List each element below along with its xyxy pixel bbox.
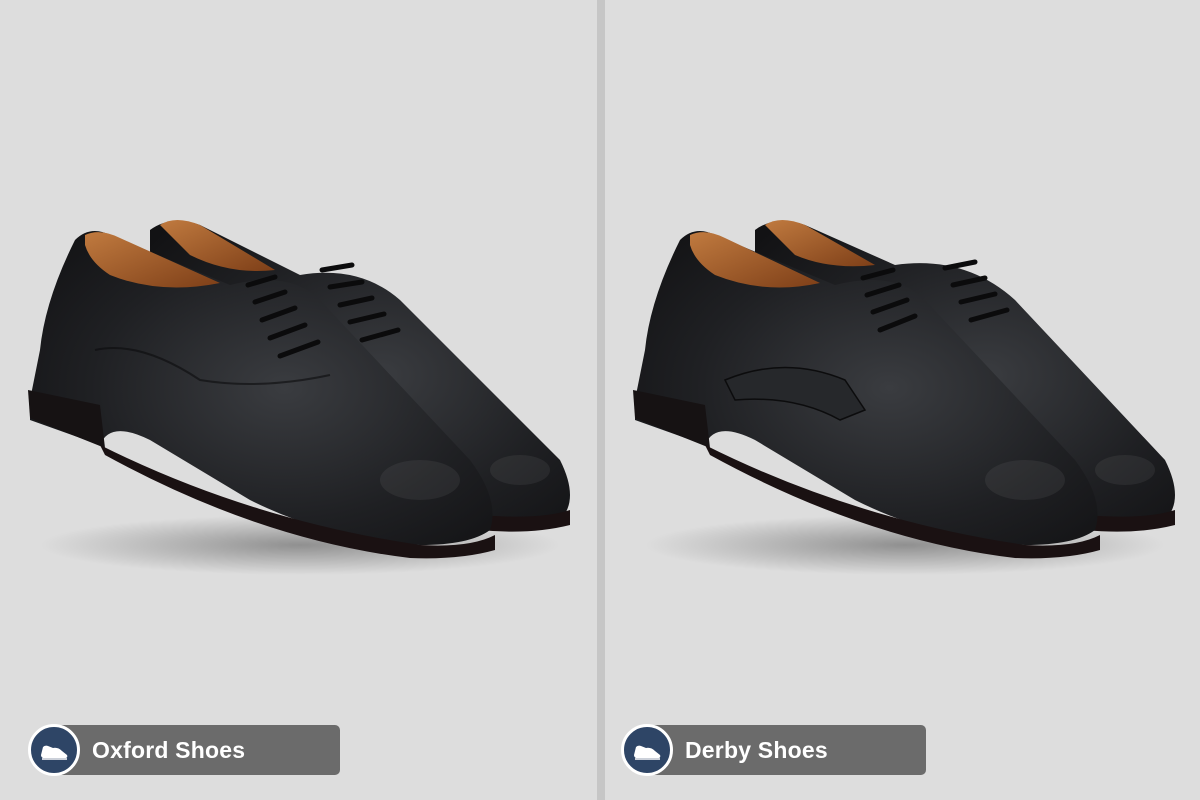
oxford-label: Oxford Shoes [92,736,246,763]
derby-panel [605,0,1200,800]
oxford-panel [0,0,597,800]
derby-shoes-image [633,220,1175,575]
derby-label: Derby Shoes [685,736,828,763]
oxford-shoes-image [28,220,570,575]
oxford-caption: Oxford Shoes [28,723,340,776]
derby-caption: Derby Shoes [621,723,926,776]
shoe-icon [28,723,80,776]
shoe-icon [621,723,673,776]
panel-divider [597,0,605,800]
